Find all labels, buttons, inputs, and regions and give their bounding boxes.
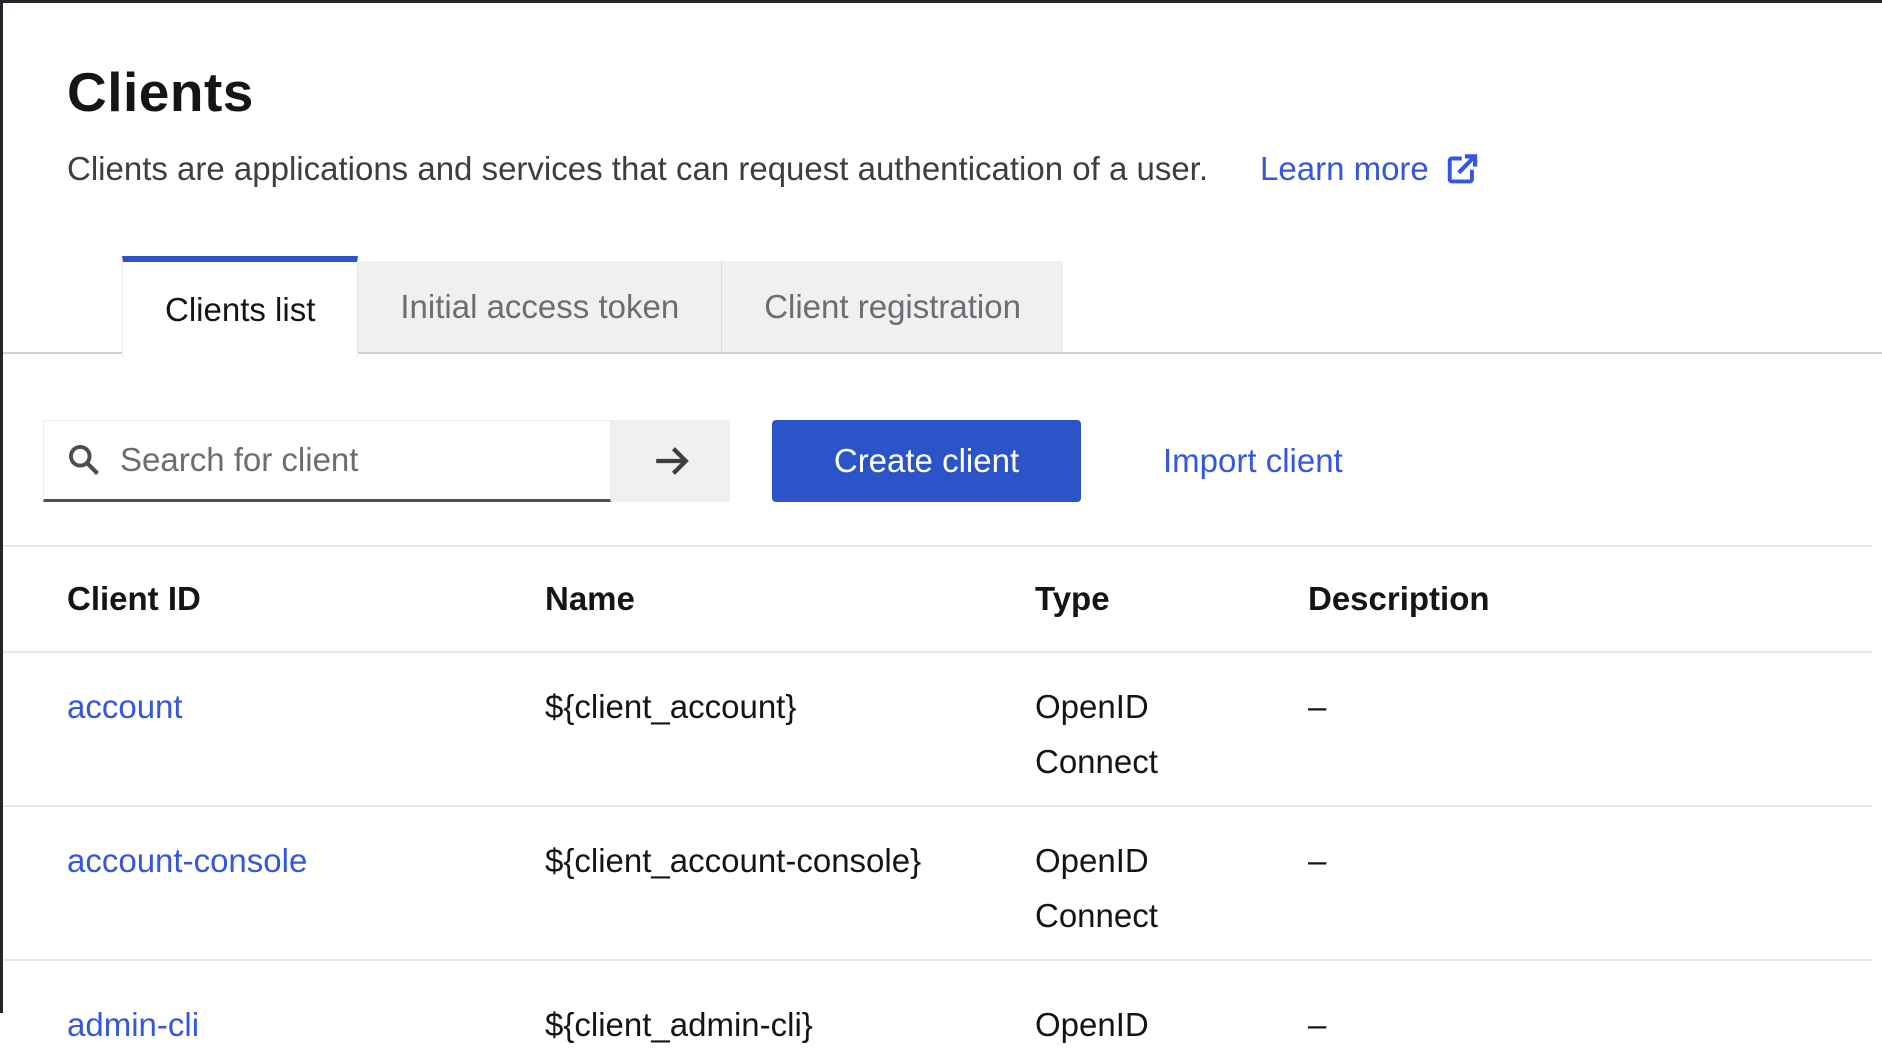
client-description: –: [1308, 997, 1872, 1052]
client-name: ${client_account-console}: [545, 833, 1035, 888]
tab-initial-access-token[interactable]: Initial access token: [358, 261, 721, 352]
tab-client-registration[interactable]: Client registration: [721, 261, 1063, 352]
column-header-name: Name: [545, 580, 1035, 618]
table-row: account-console ${client_account-console…: [0, 807, 1872, 961]
learn-more-label: Learn more: [1260, 148, 1429, 190]
client-name: ${client_admin-cli}: [545, 997, 1035, 1052]
page-subtitle: Clients are applications and services th…: [67, 148, 1208, 190]
page-title: Clients: [67, 60, 1822, 124]
create-client-button[interactable]: Create client: [772, 420, 1081, 502]
table-row: admin-cli ${client_admin-cli} OpenID Con…: [0, 961, 1872, 1056]
client-id-link[interactable]: admin-cli: [67, 1006, 199, 1043]
client-description: –: [1308, 679, 1872, 734]
import-client-link[interactable]: Import client: [1163, 420, 1343, 502]
column-header-description: Description: [1308, 580, 1872, 618]
tab-client-registration-label: Client registration: [764, 288, 1021, 326]
client-name: ${client_account}: [545, 679, 1035, 734]
clients-toolbar: Create client Import client: [43, 420, 1882, 502]
clients-page: Clients Clients are applications and ser…: [0, 0, 1882, 1056]
client-type: OpenID Connect: [1035, 997, 1308, 1056]
tab-initial-access-token-label: Initial access token: [400, 288, 679, 326]
client-description: –: [1308, 833, 1872, 888]
client-id-link[interactable]: account-console: [67, 842, 307, 879]
search-submit-button[interactable]: [611, 420, 730, 502]
column-header-type: Type: [1035, 580, 1308, 618]
client-id-link[interactable]: account: [67, 688, 183, 725]
column-header-client-id: Client ID: [67, 580, 545, 618]
table-row: account ${client_account} OpenID Connect…: [0, 653, 1872, 807]
tab-clients-list[interactable]: Clients list: [122, 256, 358, 358]
client-type: OpenID Connect: [1035, 679, 1308, 789]
learn-more-link[interactable]: Learn more: [1260, 148, 1479, 190]
client-type: OpenID Connect: [1035, 833, 1308, 943]
window-border-top: [0, 0, 1882, 3]
tab-strip: Clients list Initial access token Client…: [122, 256, 1063, 358]
search-input[interactable]: [120, 441, 610, 479]
page-header: Clients Clients are applications and ser…: [67, 60, 1822, 190]
window-border-left: [0, 0, 3, 1013]
search-field: [43, 420, 611, 502]
tab-clients-list-label: Clients list: [165, 291, 315, 329]
arrow-right-icon: [648, 438, 694, 484]
table-header-row: Client ID Name Type Description: [0, 547, 1872, 653]
search-icon: [66, 442, 102, 478]
external-link-icon: [1443, 151, 1479, 187]
clients-table: Client ID Name Type Description account …: [0, 545, 1872, 1056]
